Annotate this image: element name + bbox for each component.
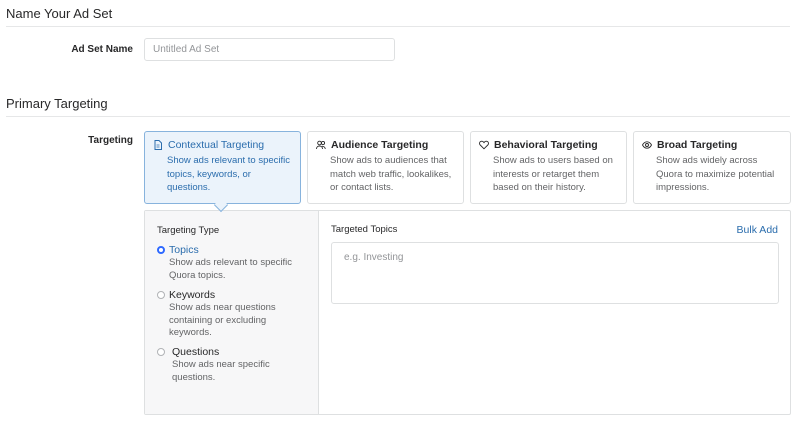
option-description: Show ads near specific questions. — [172, 359, 270, 383]
people-icon — [316, 140, 326, 150]
targeting-card-contextual[interactable]: Contextual Targeting Show ads relevant t… — [144, 131, 301, 204]
primary-targeting-section-title: Primary Targeting — [6, 96, 108, 111]
targeting-card-audience[interactable]: Audience Targeting Show ads to audiences… — [307, 131, 464, 204]
targeted-topics-heading: Targeted Topics — [331, 224, 398, 235]
radio-button[interactable] — [157, 291, 165, 299]
option-label: Questions — [172, 346, 220, 358]
document-icon — [153, 140, 163, 150]
targeting-type-column: Targeting Type Topics Show ads relevant … — [145, 211, 319, 414]
targeting-card-broad[interactable]: Broad Targeting Show ads widely across Q… — [633, 131, 791, 204]
heart-icon — [479, 140, 489, 150]
targeting-type-heading: Targeting Type — [157, 225, 220, 236]
targeting-card-title: Behavioral Targeting — [494, 139, 598, 151]
radio-button[interactable] — [157, 246, 165, 254]
option-description: Show ads relevant to specific Quora topi… — [169, 257, 293, 281]
section-divider — [6, 116, 790, 117]
targeting-card-description: Show ads to users based on interests or … — [493, 155, 613, 193]
radio-button[interactable] — [157, 348, 165, 356]
ad-set-name-input[interactable] — [144, 38, 395, 61]
targeting-card-description: Show ads to audiences that match web tra… — [330, 155, 452, 193]
targeting-label: Targeting — [88, 135, 133, 146]
ad-set-name-label: Ad Set Name — [71, 44, 133, 55]
targeting-details-panel: Targeting Type Topics Show ads relevant … — [144, 210, 791, 415]
option-description: Show ads near questions containing or ex… — [169, 302, 276, 338]
targeting-card-description: Show ads relevant to specific topics, ke… — [167, 155, 291, 193]
section-divider — [6, 26, 790, 27]
targeting-card-description: Show ads widely across Quora to maximize… — [656, 155, 775, 193]
bulk-add-link[interactable]: Bulk Add — [737, 224, 778, 236]
targeting-card-behavioral[interactable]: Behavioral Targeting Show ads to users b… — [470, 131, 627, 204]
targeting-card-title: Broad Targeting — [657, 139, 738, 151]
targeting-card-title: Audience Targeting — [331, 139, 429, 151]
eye-icon — [642, 140, 652, 150]
targeted-topics-input[interactable] — [331, 242, 779, 304]
option-label: Topics — [169, 244, 199, 256]
ad-set-section-title: Name Your Ad Set — [6, 6, 113, 21]
option-label: Keywords — [169, 289, 216, 301]
targeting-card-title: Contextual Targeting — [168, 139, 265, 151]
